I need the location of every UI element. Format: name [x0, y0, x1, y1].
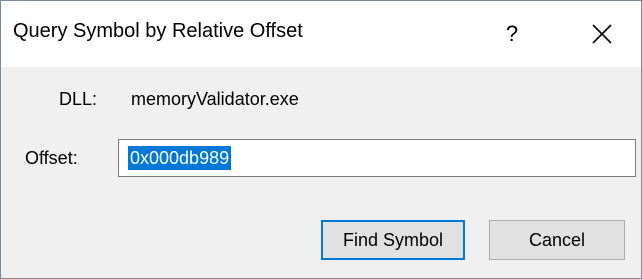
- dll-value: memoryValidator.exe: [131, 89, 299, 109]
- help-button[interactable]: ?: [489, 14, 535, 54]
- close-icon: [592, 24, 612, 44]
- query-symbol-dialog: Query Symbol by Relative Offset ? DLL: m…: [0, 0, 642, 279]
- dialog-title: Query Symbol by Relative Offset: [13, 20, 303, 42]
- cancel-button[interactable]: Cancel: [489, 220, 625, 260]
- offset-label: Offset:: [25, 148, 78, 168]
- title-bar[interactable]: Query Symbol by Relative Offset ?: [1, 1, 641, 67]
- dll-label: DLL:: [59, 89, 98, 109]
- offset-input[interactable]: 0x000db989: [118, 139, 636, 177]
- help-icon: ?: [505, 21, 519, 46]
- offset-input-value: 0x000db989: [128, 146, 232, 170]
- close-button[interactable]: [579, 14, 625, 54]
- find-symbol-button[interactable]: Find Symbol: [321, 220, 465, 260]
